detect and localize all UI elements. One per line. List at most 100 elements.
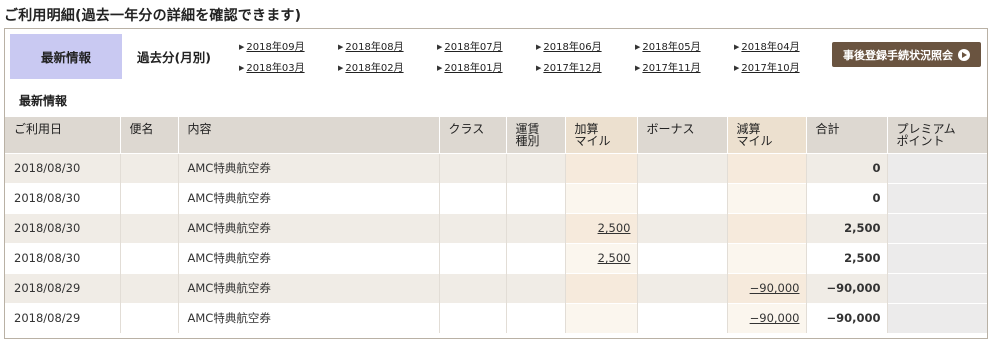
cell-bonus: [636, 182, 727, 213]
period-tab-bar: 最新情報 過去分(月別) ▶ 2018年09月 ▶ 2018年08月 ▶ 2018年0…: [5, 29, 987, 83]
cell-total: 0: [805, 182, 887, 213]
added-miles-link[interactable]: 2,500: [598, 251, 631, 265]
cell-content: AMC特典航空券: [177, 242, 439, 273]
month-link-label: 2018年02月: [345, 63, 404, 74]
col-header-subtracted-miles: 減算 マイル: [726, 117, 806, 153]
cell-fare-type: [505, 212, 565, 243]
added-miles-link[interactable]: 2,500: [598, 221, 631, 235]
month-link[interactable]: ▶ 2017年11月: [635, 59, 701, 74]
cell-date: 2018/08/30: [5, 182, 120, 213]
cell-content: AMC特典航空券: [177, 272, 439, 303]
post-registration-status-button[interactable]: 事後登録手続状況照会: [832, 42, 981, 67]
table-row: 2018/08/29 AMC特典航空券 −90,000 −90,000: [5, 302, 987, 333]
col-header-fare-type: 運賃 種別: [505, 117, 565, 153]
table-row: 2018/08/29 AMC特典航空券 −90,000 −90,000: [5, 272, 987, 303]
table-row: 2018/08/30 AMC特典航空券 2,500 2,500: [5, 242, 987, 273]
cell-class: [438, 182, 506, 213]
month-link[interactable]: ▶ 2018年06月: [536, 38, 602, 53]
col-header-flight: 便名: [119, 117, 178, 153]
cell-subtracted-miles: [726, 242, 806, 273]
cell-premium-points: [886, 212, 987, 243]
subtracted-miles-link[interactable]: −90,000: [750, 281, 800, 295]
month-link-label: 2018年07月: [444, 42, 503, 53]
triangle-right-icon: ▶: [338, 43, 344, 51]
cell-total: −90,000: [805, 302, 887, 333]
cell-total: −90,000: [805, 272, 887, 303]
cell-flight: [119, 272, 178, 303]
tab-latest-info[interactable]: 最新情報: [10, 34, 122, 79]
cell-fare-type: [505, 242, 565, 273]
col-header-added-miles: 加算 マイル: [564, 117, 637, 153]
month-link-label: 2018年03月: [246, 63, 305, 74]
table-row: 2018/08/30 AMC特典航空券 0: [5, 182, 987, 213]
triangle-right-icon: ▶: [734, 64, 740, 72]
month-link[interactable]: ▶ 2018年02月: [338, 59, 404, 74]
cell-flight: [119, 302, 178, 333]
cell-fare-type: [505, 272, 565, 303]
cell-content: AMC特典航空券: [177, 212, 439, 243]
triangle-right-icon: ▶: [635, 43, 641, 51]
cell-date: 2018/08/30: [5, 212, 120, 243]
cell-premium-points: [886, 182, 987, 213]
month-link[interactable]: ▶ 2018年03月: [239, 59, 305, 74]
col-header-total: 合計: [805, 117, 887, 153]
cell-subtracted-miles: [726, 182, 806, 213]
section-heading: 最新情報: [19, 94, 68, 108]
col-header-bonus: ボーナス: [636, 117, 727, 153]
triangle-right-icon: ▶: [536, 64, 542, 72]
month-link[interactable]: ▶ 2018年08月: [338, 38, 404, 53]
month-link[interactable]: ▶ 2018年01月: [437, 59, 503, 74]
triangle-right-icon: ▶: [239, 43, 245, 51]
tab-past-monthly[interactable]: 過去分(月別): [122, 34, 226, 79]
cell-bonus: [636, 302, 727, 333]
month-link[interactable]: ▶ 2017年12月: [536, 59, 602, 74]
month-link-label: 2017年12月: [543, 63, 602, 74]
cell-subtracted-miles: −90,000: [726, 272, 806, 303]
month-link[interactable]: ▶ 2017年10月: [734, 59, 800, 74]
cell-bonus: [636, 242, 727, 273]
col-header-premium-points: プレミアム ポイント: [886, 117, 987, 153]
table-row: 2018/08/30 AMC特典航空券 0: [5, 152, 987, 183]
month-link[interactable]: ▶ 2018年04月: [734, 38, 800, 53]
col-header-fare-type-line2: 種別: [515, 134, 540, 148]
subtracted-miles-link[interactable]: −90,000: [750, 311, 800, 325]
cell-premium-points: [886, 302, 987, 333]
page-title: ご利用明細(過去一年分の詳細を確認できます): [4, 8, 302, 24]
cell-fare-type: [505, 152, 565, 183]
cell-class: [438, 272, 506, 303]
cell-total: 0: [805, 152, 887, 183]
triangle-right-icon: ▶: [536, 43, 542, 51]
col-header-date: ご利用日: [5, 117, 120, 153]
cell-date: 2018/08/29: [5, 302, 120, 333]
table-row: 2018/08/30 AMC特典航空券 2,500 2,500: [5, 212, 987, 243]
month-link-grid: ▶ 2018年09月 ▶ 2018年08月 ▶ 2018年07月 ▶ 2018年06月 …: [231, 37, 800, 77]
month-link[interactable]: ▶ 2018年07月: [437, 38, 503, 53]
post-registration-status-label: 事後登録手続状況照会: [843, 48, 953, 62]
cell-bonus: [636, 152, 727, 183]
cell-class: [438, 302, 506, 333]
cell-added-miles: [564, 182, 637, 213]
cell-class: [438, 242, 506, 273]
triangle-right-icon: ▶: [437, 43, 443, 51]
cell-flight: [119, 242, 178, 273]
triangle-right-icon: ▶: [338, 64, 344, 72]
month-link-label: 2018年06月: [543, 42, 602, 53]
col-header-subtracted-miles-line2: マイル: [736, 134, 773, 148]
cell-total: 2,500: [805, 212, 887, 243]
month-link-label: 2017年10月: [741, 63, 800, 74]
cell-date: 2018/08/30: [5, 242, 120, 273]
cell-flight: [119, 152, 178, 183]
cell-subtracted-miles: [726, 212, 806, 243]
cell-date: 2018/08/29: [5, 272, 120, 303]
cell-added-miles: [564, 152, 637, 183]
month-link[interactable]: ▶ 2018年09月: [239, 38, 305, 53]
col-header-content: 内容: [177, 117, 439, 153]
month-link[interactable]: ▶ 2018年05月: [635, 38, 701, 53]
cell-subtracted-miles: [726, 152, 806, 183]
cell-added-miles: [564, 272, 637, 303]
month-link-label: 2018年01月: [444, 63, 503, 74]
col-header-premium-points-line2: ポイント: [896, 134, 945, 148]
cell-bonus: [636, 212, 727, 243]
cell-date: 2018/08/30: [5, 152, 120, 183]
triangle-right-icon: ▶: [734, 43, 740, 51]
